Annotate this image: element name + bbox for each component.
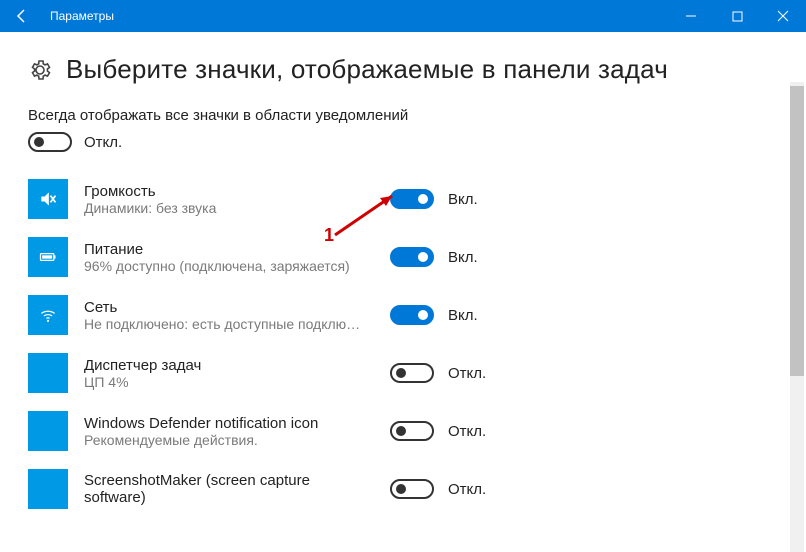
item-toggle[interactable]: [390, 247, 434, 267]
item-text: ScreenshotMaker (screen capture software…: [84, 472, 374, 506]
item-subtitle: Не подключено: есть доступные подклю…: [84, 316, 374, 332]
maximize-icon: [732, 11, 743, 22]
master-toggle-label: Откл.: [84, 134, 122, 151]
battery-icon: [28, 237, 68, 277]
item-toggle-label: Вкл.: [448, 249, 478, 266]
back-button[interactable]: [0, 0, 44, 32]
item-toggle-col: Откл.: [390, 421, 486, 441]
list-item: Питание96% доступно (подключена, заряжае…: [28, 228, 778, 286]
item-title: Windows Defender notification icon: [84, 415, 374, 432]
close-icon: [777, 10, 789, 22]
item-toggle-col: Вкл.: [390, 247, 478, 267]
item-toggle-label: Откл.: [448, 481, 486, 498]
item-title: Диспетчер задач: [84, 357, 374, 374]
item-title: Громкость: [84, 183, 374, 200]
page-heading-row: Выберите значки, отображаемые в панели з…: [28, 54, 778, 85]
content-area: Выберите значки, отображаемые в панели з…: [0, 32, 806, 549]
item-toggle[interactable]: [390, 479, 434, 499]
item-subtitle: Динамики: без звука: [84, 200, 374, 216]
item-title: ScreenshotMaker (screen capture software…: [84, 472, 374, 506]
blank-icon: [28, 469, 68, 509]
blank-icon: [28, 353, 68, 393]
wifi-icon: [28, 295, 68, 335]
item-text: Питание96% доступно (подключена, заряжае…: [84, 241, 374, 274]
item-title: Питание: [84, 241, 374, 258]
item-toggle-label: Вкл.: [448, 191, 478, 208]
close-button[interactable]: [760, 0, 806, 32]
item-subtitle: Рекомендуемые действия.: [84, 432, 374, 448]
list-item: Диспетчер задачЦП 4% Откл.: [28, 344, 778, 402]
volume-icon: [28, 179, 68, 219]
item-toggle[interactable]: [390, 363, 434, 383]
scrollbar-thumb[interactable]: [790, 86, 804, 376]
minimize-button[interactable]: [668, 0, 714, 32]
item-title: Сеть: [84, 299, 374, 316]
list-item: СетьНе подключено: есть доступные подклю…: [28, 286, 778, 344]
item-toggle-col: Вкл.: [390, 189, 478, 209]
item-text: Диспетчер задачЦП 4%: [84, 357, 374, 390]
item-toggle-col: Откл.: [390, 479, 486, 499]
maximize-button[interactable]: [714, 0, 760, 32]
item-toggle[interactable]: [390, 189, 434, 209]
item-toggle-label: Откл.: [448, 365, 486, 382]
titlebar: Параметры: [0, 0, 806, 32]
item-text: СетьНе подключено: есть доступные подклю…: [84, 299, 374, 332]
window-title: Параметры: [44, 9, 114, 23]
master-toggle-row: Откл.: [28, 132, 778, 152]
item-toggle-col: Откл.: [390, 363, 486, 383]
master-toggle[interactable]: [28, 132, 72, 152]
item-toggle[interactable]: [390, 421, 434, 441]
item-text: ГромкостьДинамики: без звука: [84, 183, 374, 216]
item-toggle-label: Вкл.: [448, 307, 478, 324]
arrow-left-icon: [14, 8, 30, 24]
items-list: ГромкостьДинамики: без звука Вкл. Питание9…: [28, 170, 778, 518]
always-show-label: Всегда отображать все значки в области у…: [28, 107, 778, 124]
item-toggle[interactable]: [390, 305, 434, 325]
list-item: ScreenshotMaker (screen capture software…: [28, 460, 778, 518]
item-text: Windows Defender notification iconРекоме…: [84, 415, 374, 448]
minimize-icon: [685, 10, 697, 22]
item-subtitle: 96% доступно (подключена, заряжается): [84, 258, 374, 274]
page-title: Выберите значки, отображаемые в панели з…: [66, 54, 668, 85]
item-subtitle: ЦП 4%: [84, 374, 374, 390]
item-toggle-col: Вкл.: [390, 305, 478, 325]
blank-icon: [28, 411, 68, 451]
list-item: ГромкостьДинамики: без звука Вкл.: [28, 170, 778, 228]
list-item: Windows Defender notification iconРекоме…: [28, 402, 778, 460]
gear-icon: [28, 58, 52, 82]
item-toggle-label: Откл.: [448, 423, 486, 440]
